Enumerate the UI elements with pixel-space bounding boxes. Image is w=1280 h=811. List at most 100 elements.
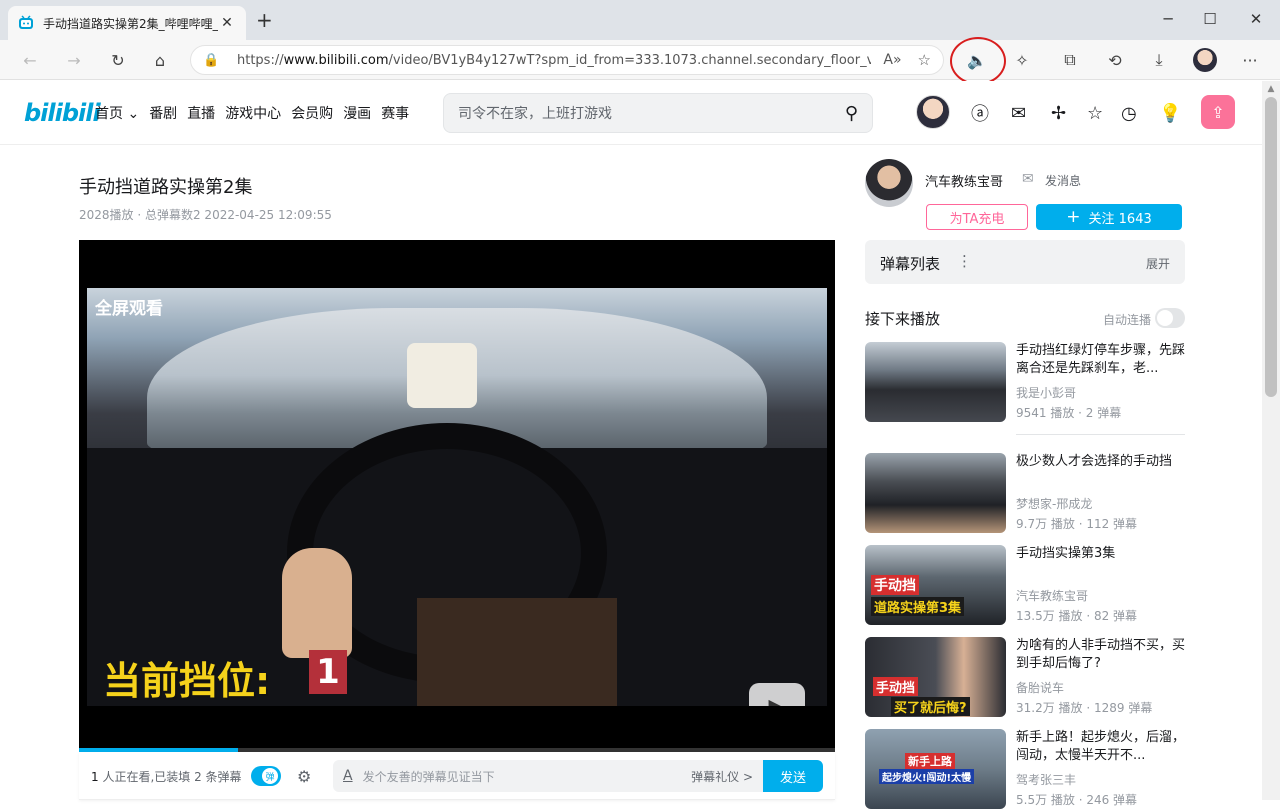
home-icon[interactable]: ⌂ bbox=[148, 48, 172, 72]
up-next-title: 接下来播放 bbox=[865, 310, 941, 328]
video-frame[interactable]: ▶ bbox=[87, 288, 827, 706]
recommended-video[interactable]: 新手上路 起步熄火!闯动!太慢 新手上路！起步熄火，后溜，闯动，太慢半天开不..… bbox=[865, 729, 1185, 811]
uploader-avatar[interactable] bbox=[865, 159, 913, 207]
upload-button[interactable]: ⇪ bbox=[1201, 95, 1235, 129]
nav-manga[interactable]: 漫画 bbox=[343, 103, 371, 123]
lock-icon: 🔒 bbox=[203, 52, 220, 68]
highlight-circle bbox=[950, 37, 1006, 85]
recommended-title[interactable]: 手动挡红绿灯停车步骤，先踩离合还是先踩刹车，老... bbox=[1016, 342, 1186, 378]
site-header: bilibili 首页 ⌄ 番剧 直播 游戏中心 会员购 漫画 赛事 司令不在家… bbox=[0, 81, 1262, 145]
search-icon[interactable]: ⚲ bbox=[845, 103, 858, 124]
refresh-icon[interactable]: ↻ bbox=[106, 48, 130, 72]
danmaku-settings-icon[interactable]: ⚙ bbox=[297, 767, 311, 786]
recommended-uploader[interactable]: 汽车教练宝哥 bbox=[1016, 587, 1088, 604]
extensions-icon[interactable]: ✧ bbox=[1010, 48, 1034, 72]
scroll-thumb[interactable] bbox=[1265, 97, 1277, 397]
autoplay-switch[interactable] bbox=[1155, 308, 1185, 328]
page-scrollbar[interactable]: ▲ bbox=[1262, 81, 1280, 800]
messages-icon[interactable]: ✉ bbox=[1011, 101, 1026, 125]
premium-icon[interactable]: ⓐ bbox=[971, 101, 989, 125]
profile-avatar[interactable] bbox=[1193, 48, 1217, 72]
new-tab-icon[interactable]: + bbox=[256, 10, 273, 30]
thumbnail-caption: 起步熄火!闯动!太慢 bbox=[879, 769, 975, 784]
danmaku-toggle[interactable]: 弹 bbox=[251, 766, 281, 786]
nav-mall[interactable]: 会员购 bbox=[291, 103, 333, 123]
dynamics-icon[interactable]: ✢ bbox=[1051, 101, 1066, 125]
video-title: 手动挡道路实操第2集 bbox=[79, 177, 253, 198]
recommended-video[interactable]: 极少数人才会选择的手动挡 梦想家-邢成龙 9.7万 播放 · 112 弹幕 bbox=[865, 453, 1185, 535]
recommended-title[interactable]: 为啥有的人非手动挡不买，买到手却后悔了? bbox=[1016, 637, 1186, 673]
search-input[interactable]: 司令不在家，上班打游戏 bbox=[458, 103, 845, 123]
creator-bulb-icon[interactable]: 💡 bbox=[1159, 101, 1181, 125]
browser-tab[interactable]: 手动挡道路实操第2集_哔哩哔哩_ ✕ bbox=[8, 6, 246, 40]
recommended-stats: 9541 播放 · 2 弹幕 bbox=[1016, 406, 1122, 420]
back-icon[interactable]: ← bbox=[18, 48, 42, 72]
downloads-icon[interactable]: ⤓ bbox=[1147, 48, 1171, 72]
minimize-icon[interactable]: ─ bbox=[1158, 10, 1178, 28]
gear-caption: 当前挡位: bbox=[103, 659, 271, 703]
video-hand bbox=[282, 548, 352, 658]
maximize-icon[interactable]: ☐ bbox=[1200, 10, 1220, 28]
danmaku-send-button[interactable]: 发送 bbox=[763, 760, 823, 792]
video-thumbnail[interactable]: 手动挡 道路实操第3集 bbox=[865, 545, 1006, 625]
nav-home[interactable]: 首页 ⌄ bbox=[95, 103, 139, 123]
follow-button[interactable]: + 关注 1643 bbox=[1036, 204, 1182, 230]
address-bar[interactable]: 🔒 https://www.bilibili.com/video/BV1yB4y… bbox=[190, 45, 944, 75]
recommended-video[interactable]: 手动挡红绿灯停车步骤，先踩离合还是先踩刹车，老... 我是小彭哥 9541 播放… bbox=[865, 342, 1185, 424]
video-van bbox=[407, 343, 477, 408]
recommended-uploader[interactable]: 我是小彭哥 bbox=[1016, 384, 1076, 401]
read-aloud-icon[interactable]: A» bbox=[883, 52, 901, 68]
add-favorite-icon[interactable]: ☆ bbox=[918, 51, 931, 69]
fullscreen-overlay-text[interactable]: 全屏观看 bbox=[95, 294, 163, 319]
danmaku-list-expand[interactable]: 展开 bbox=[1146, 255, 1170, 272]
charge-button[interactable]: 为TA充电 bbox=[926, 204, 1028, 230]
search-box[interactable]: 司令不在家，上班打游戏 ⚲ bbox=[443, 93, 873, 133]
danmaku-input[interactable]: A 发个友善的弹幕见证当下 弹幕礼仪 > bbox=[333, 760, 763, 792]
divider bbox=[1016, 434, 1185, 435]
video-thumbnail[interactable] bbox=[865, 453, 1006, 533]
favorites-icon[interactable]: ☆ bbox=[1087, 101, 1103, 125]
send-message-link[interactable]: 发消息 bbox=[1045, 172, 1081, 189]
recommended-video[interactable]: 手动挡 买了就后悔? 为啥有的人非手动挡不买，买到手却后悔了? 备胎说车 31.… bbox=[865, 637, 1185, 719]
video-player[interactable]: ▶ 全屏观看 当前挡位: 1 bbox=[79, 240, 835, 752]
video-meta: 2028播放 · 总弹幕数2 2022-04-25 12:09:55 bbox=[79, 208, 332, 222]
forward-icon[interactable]: → bbox=[62, 48, 86, 72]
recommended-stats: 13.5万 播放 · 82 弹幕 bbox=[1016, 609, 1138, 623]
danmaku-list-panel[interactable]: 弹幕列表 ⋮ 展开 bbox=[865, 240, 1185, 284]
bilibili-logo[interactable]: bilibili bbox=[24, 99, 101, 127]
history-icon[interactable]: ⟲ bbox=[1103, 48, 1127, 72]
danmaku-etiquette-link[interactable]: 弹幕礼仪 > bbox=[691, 768, 753, 785]
video-thumbnail[interactable]: 新手上路 起步熄火!闯动!太慢 bbox=[865, 729, 1006, 809]
nav-esports[interactable]: 赛事 bbox=[381, 103, 409, 123]
bilibili-tv-watermark-icon: ▶ bbox=[749, 683, 805, 706]
recommended-uploader[interactable]: 梦想家-邢成龙 bbox=[1016, 495, 1092, 512]
recommended-uploader[interactable]: 备胎说车 bbox=[1016, 679, 1064, 696]
video-thumbnail[interactable]: 手动挡 买了就后悔? bbox=[865, 637, 1006, 717]
danmaku-list-title: 弹幕列表 bbox=[880, 255, 941, 273]
recommended-title[interactable]: 极少数人才会选择的手动挡 bbox=[1016, 453, 1186, 471]
collections-icon[interactable]: ⧉ bbox=[1058, 48, 1082, 72]
browser-toolbar: ← → ↻ ⌂ 🔒 https://www.bilibili.com/video… bbox=[0, 40, 1280, 80]
site-nav: 首页 ⌄ 番剧 直播 游戏中心 会员购 漫画 赛事 bbox=[95, 103, 409, 123]
uploader-name[interactable]: 汽车教练宝哥 bbox=[925, 171, 1003, 190]
viewer-count: 1 人正在看,已装填 2 条弹幕 bbox=[91, 770, 242, 784]
more-options-icon[interactable]: ⋮ bbox=[957, 252, 972, 270]
recommended-title[interactable]: 手动挡实操第3集 bbox=[1016, 545, 1186, 563]
recommended-video[interactable]: 手动挡 道路实操第3集 手动挡实操第3集 汽车教练宝哥 13.5万 播放 · 8… bbox=[865, 545, 1185, 627]
danmaku-send-bar: 1 人正在看,已装填 2 条弹幕 弹 ⚙ A 发个友善的弹幕见证当下 弹幕礼仪 … bbox=[79, 752, 835, 800]
nav-anime[interactable]: 番剧 bbox=[149, 103, 177, 123]
more-icon[interactable]: ··· bbox=[1238, 48, 1262, 72]
history-clock-icon[interactable]: ◷ bbox=[1121, 101, 1137, 125]
nav-live[interactable]: 直播 bbox=[187, 103, 215, 123]
nav-game-center[interactable]: 游戏中心 bbox=[225, 103, 281, 123]
thumbnail-caption: 买了就后悔? bbox=[891, 697, 970, 716]
recommended-uploader[interactable]: 驾考张三丰 bbox=[1016, 771, 1076, 788]
tab-close-icon[interactable]: ✕ bbox=[218, 15, 236, 31]
video-thumbnail[interactable] bbox=[865, 342, 1006, 422]
recommended-title[interactable]: 新手上路！起步熄火，后溜，闯动，太慢半天开不... bbox=[1016, 729, 1186, 765]
font-style-icon[interactable]: A bbox=[343, 768, 353, 784]
window-close-icon[interactable]: ✕ bbox=[1246, 10, 1266, 28]
user-avatar[interactable] bbox=[916, 95, 950, 129]
message-icon[interactable]: ✉ bbox=[1022, 171, 1034, 187]
scroll-up-icon[interactable]: ▲ bbox=[1262, 81, 1280, 97]
